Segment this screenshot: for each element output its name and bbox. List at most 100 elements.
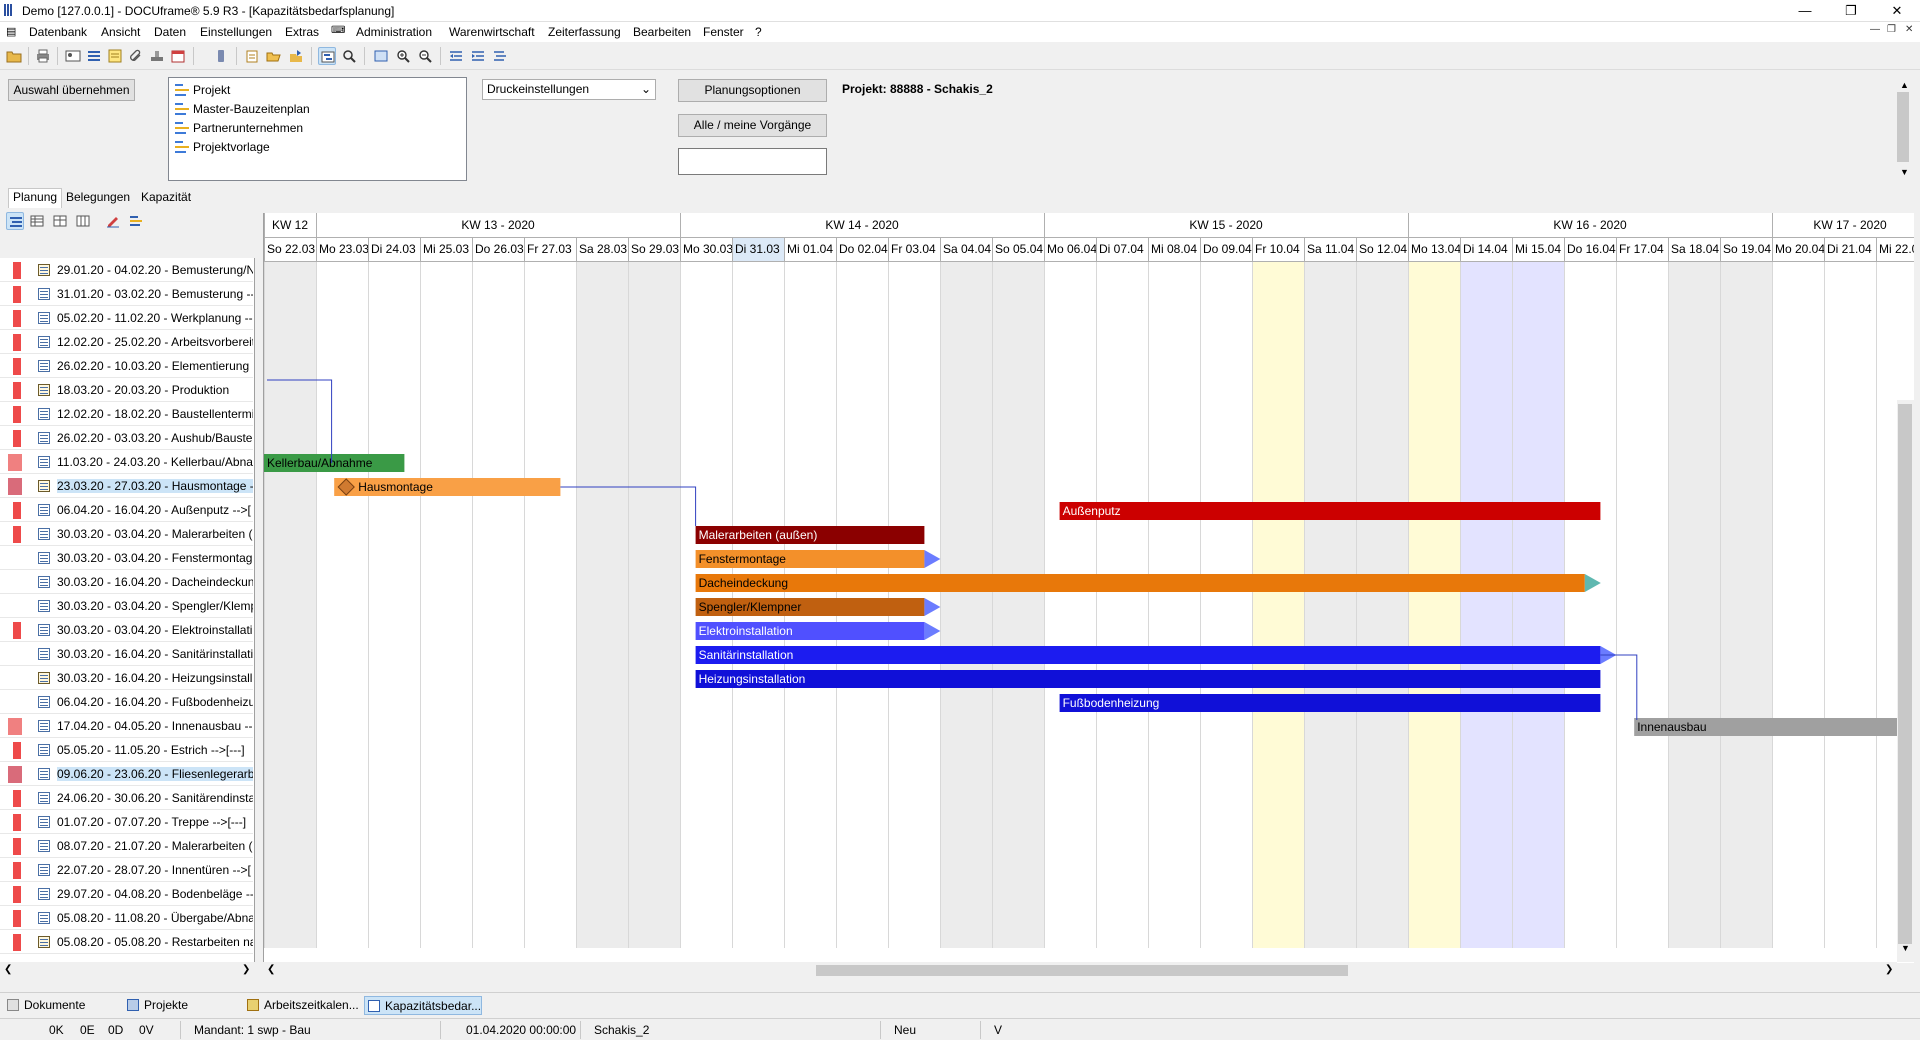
restore-icon[interactable]: ❐	[1828, 0, 1874, 22]
new-item-icon[interactable]	[243, 47, 261, 65]
task-row[interactable]: 05.08.20 - 05.08.20 - Restarbeiten nac	[0, 930, 253, 954]
view-item-project[interactable]: Projekt	[175, 80, 230, 99]
task-row[interactable]: 30.03.20 - 16.04.20 - Sanitärinstallatio	[0, 642, 253, 666]
task-list-scrollbar[interactable]: ❮ ❯	[0, 962, 255, 979]
open-folder-icon[interactable]	[265, 47, 283, 65]
task-row[interactable]: 05.05.20 - 11.05.20 - Estrich -->[---]	[0, 738, 253, 762]
task-row[interactable]: 01.07.20 - 07.07.20 - Treppe -->[---]	[0, 810, 253, 834]
grid-view-icon[interactable]	[51, 212, 69, 230]
gantt-bar[interactable]	[1059, 502, 1601, 520]
gantt-vertical-scrollbar[interactable]: ▼	[1897, 400, 1914, 962]
tree-view-icon[interactable]	[6, 212, 24, 230]
task-row[interactable]: 12.02.20 - 25.02.20 - Arbeitsvorbereitu	[0, 330, 253, 354]
attachment-icon[interactable]	[127, 47, 145, 65]
folder-icon[interactable]	[5, 47, 23, 65]
print-icon[interactable]	[34, 47, 52, 65]
filter-input[interactable]	[678, 148, 827, 175]
move-icon[interactable]	[287, 47, 305, 65]
columns-icon[interactable]	[74, 212, 92, 230]
outline-icon[interactable]	[491, 47, 509, 65]
task-row[interactable]: 30.03.20 - 03.04.20 - Malerarbeiten (au	[0, 522, 253, 546]
task-row[interactable]: 29.01.20 - 04.02.20 - Bemusterung/Na	[0, 258, 253, 282]
note-icon[interactable]	[106, 47, 124, 65]
zoom-out-icon[interactable]	[416, 47, 434, 65]
task-row[interactable]: 22.07.20 - 28.07.20 - Innentüren -->[	[0, 858, 253, 882]
menu-daten[interactable]: Daten	[154, 25, 186, 39]
task-row[interactable]: 05.02.20 - 11.02.20 - Werkplanung --	[0, 306, 253, 330]
gantt-bar[interactable]	[695, 646, 1601, 664]
print-settings-select[interactable]: Druckeinstellungen ⌄	[482, 79, 656, 100]
planning-options-button[interactable]: Planungsoptionen	[678, 79, 827, 102]
system-menu-icon[interactable]: ▤	[6, 25, 16, 38]
indent-right-icon[interactable]	[469, 47, 487, 65]
minimize-icon[interactable]: —	[1782, 0, 1828, 22]
menu-help[interactable]: ?	[755, 25, 762, 39]
stamp-icon[interactable]	[148, 47, 166, 65]
all-my-tasks-button[interactable]: Alle / meine Vorgänge	[678, 114, 827, 137]
mdi-close-icon[interactable]: ✕	[1905, 24, 1913, 35]
close-icon[interactable]: ✕	[1874, 0, 1920, 22]
taskbar-kapazitaetsbedarf[interactable]: Kapazitätsbedar...	[364, 996, 482, 1015]
menu-fenster[interactable]: Fenster	[703, 25, 744, 39]
menu-ansicht[interactable]: Ansicht	[101, 25, 140, 39]
task-row[interactable]: 30.03.20 - 16.04.20 - Dacheindeckung	[0, 570, 253, 594]
view-item-master[interactable]: Master-Bauzeitenplan	[175, 99, 310, 118]
edit-icon[interactable]	[104, 212, 122, 230]
task-row[interactable]: 06.04.20 - 16.04.20 - Fußbodenheizun	[0, 690, 253, 714]
table-view-icon[interactable]	[28, 212, 46, 230]
task-row[interactable]: 26.02.20 - 03.03.20 - Aushub/Baustell	[0, 426, 253, 450]
apply-selection-button[interactable]: Auswahl übernehmen	[8, 79, 135, 101]
task-row[interactable]: 26.02.20 - 10.03.20 - Elementierung -	[0, 354, 253, 378]
task-row[interactable]: 05.08.20 - 11.08.20 - Übergabe/Abnah	[0, 906, 253, 930]
menu-warenwirtschaft[interactable]: Warenwirtschaft	[449, 25, 535, 39]
gantt-bar[interactable]	[695, 574, 1585, 592]
taskbar-projekte[interactable]: Projekte	[124, 996, 234, 1015]
keyboard-icon[interactable]: ⌨	[331, 25, 345, 36]
list-icon[interactable]	[85, 47, 103, 65]
task-row[interactable]: 30.03.20 - 03.04.20 - Fenstermontage	[0, 546, 253, 570]
gantt-horizontal-scrollbar[interactable]: ❮ ❯	[263, 962, 1897, 979]
task-row[interactable]: 08.07.20 - 21.07.20 - Malerarbeiten (ir	[0, 834, 253, 858]
search-icon[interactable]	[340, 47, 358, 65]
task-row[interactable]: 30.03.20 - 16.04.20 - Heizungsinstallat	[0, 666, 253, 690]
task-row[interactable]: 30.03.20 - 03.04.20 - Spengler/Klempr	[0, 594, 253, 618]
tab-kapazitaet[interactable]: Kapazität	[141, 190, 191, 204]
tab-planung[interactable]: Planung	[8, 188, 63, 208]
task-row[interactable]: 31.01.20 - 03.02.20 - Bemusterung --	[0, 282, 253, 306]
menu-extras[interactable]: Extras	[285, 25, 319, 39]
view-item-template[interactable]: Projektvorlage	[175, 137, 270, 156]
taskbar-dokumente[interactable]: Dokumente	[4, 996, 114, 1015]
taskbar-arbeitszeitkalender[interactable]: Arbeitszeitkalen...	[244, 996, 362, 1015]
task-row[interactable]: 18.03.20 - 20.03.20 - Produktion	[0, 378, 253, 402]
task-row[interactable]: 17.04.20 - 04.05.20 - Innenausbau --	[0, 714, 253, 738]
top-panel-scrollbar[interactable]: ▲ ▼	[1895, 72, 1912, 182]
view-item-partner[interactable]: Partnerunternehmen	[175, 118, 303, 137]
fit-screen-icon[interactable]	[372, 47, 390, 65]
status-flag	[13, 886, 21, 903]
indent-left-icon[interactable]	[447, 47, 465, 65]
contact-card-icon[interactable]	[64, 47, 82, 65]
task-row[interactable]: 29.07.20 - 04.08.20 - Bodenbeläge --	[0, 882, 253, 906]
tab-belegungen[interactable]: Belegungen	[66, 190, 130, 204]
menu-bearbeiten[interactable]: Bearbeiten	[633, 25, 691, 39]
gantt-bars-icon[interactable]	[127, 212, 145, 230]
gantt-view-icon[interactable]	[318, 47, 336, 65]
menu-administration[interactable]: Administration	[356, 25, 432, 39]
task-row[interactable]: 09.06.20 - 23.06.20 - Fliesenlegerarbei	[0, 762, 253, 786]
zoom-in-icon[interactable]	[394, 47, 412, 65]
mdi-minimize-icon[interactable]: —	[1870, 24, 1880, 35]
phone-icon[interactable]	[212, 47, 230, 65]
mdi-restore-icon[interactable]: ❐	[1887, 24, 1896, 35]
task-row[interactable]: 06.04.20 - 16.04.20 - Außenputz -->[	[0, 498, 253, 522]
task-row[interactable]: 12.02.20 - 18.02.20 - Baustellentermin	[0, 402, 253, 426]
task-row[interactable]: 30.03.20 - 03.04.20 - Elektroinstallatio	[0, 618, 253, 642]
menu-einstellungen[interactable]: Einstellungen	[200, 25, 272, 39]
task-row[interactable]: 11.03.20 - 24.03.20 - Kellerbau/Abnah	[0, 450, 253, 474]
task-row[interactable]: 24.06.20 - 30.06.20 - Sanitärendinstall	[0, 786, 253, 810]
gantt-bar[interactable]	[695, 670, 1601, 688]
menu-datenbank[interactable]: Datenbank	[29, 25, 87, 39]
calendar-icon[interactable]	[169, 47, 187, 65]
menu-zeiterfassung[interactable]: Zeiterfassung	[548, 25, 621, 39]
day-header: So 29.03	[631, 242, 679, 256]
task-row[interactable]: 23.03.20 - 27.03.20 - Hausmontage -	[0, 474, 253, 498]
